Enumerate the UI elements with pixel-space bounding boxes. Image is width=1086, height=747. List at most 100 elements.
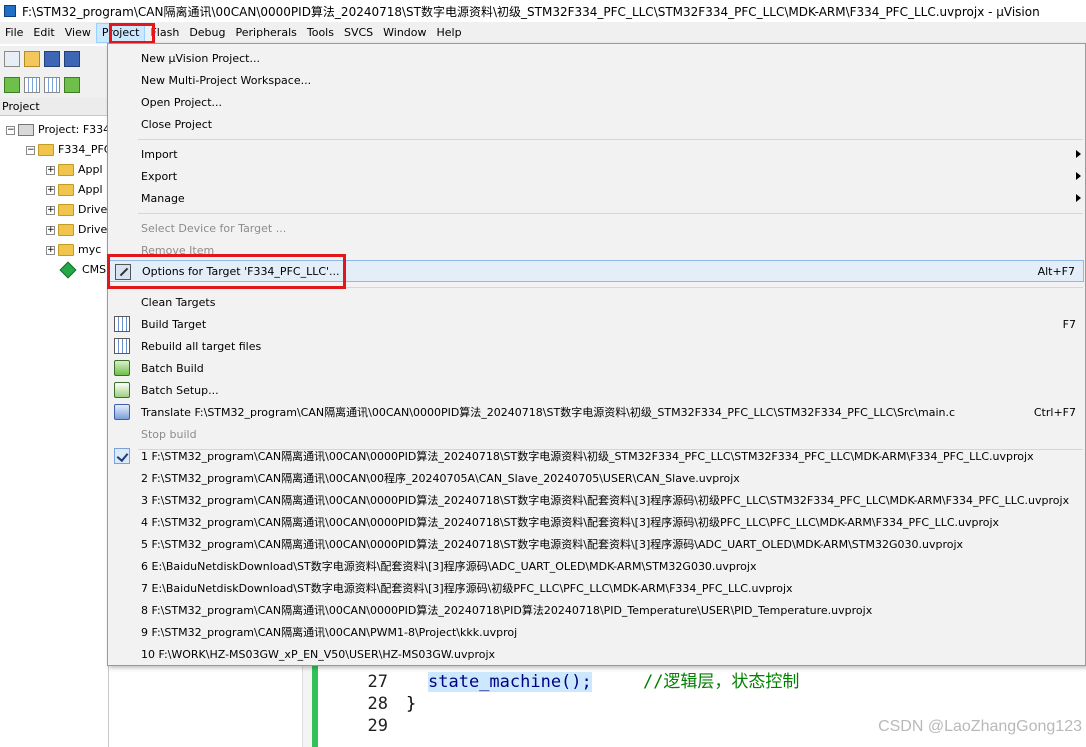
recent-project-item[interactable]: 9 F:\STM32_program\CAN隔离通讯\00CAN\PWM1-8\… xyxy=(109,621,1084,643)
expand-icon[interactable]: + xyxy=(46,205,55,215)
menu-item-build-target[interactable]: Build Target F7 xyxy=(109,313,1084,335)
rebuild-icon xyxy=(114,338,130,354)
menu-item-label: Build Target xyxy=(141,317,207,331)
menu-item-export[interactable]: Export xyxy=(109,165,1084,187)
menu-help[interactable]: Help xyxy=(432,23,467,43)
menu-bar: File Edit View Project Flash Debug Perip… xyxy=(0,22,1086,44)
menu-item-options-for-target[interactable]: Options for Target 'F334_PFC_LLC'... Alt+… xyxy=(109,260,1084,282)
menu-flash[interactable]: Flash xyxy=(145,23,184,43)
menu-item-translate[interactable]: Translate F:\STM32_program\CAN隔离通讯\00CAN… xyxy=(109,401,1084,423)
expand-icon[interactable]: + xyxy=(46,225,55,235)
menu-project[interactable]: Project xyxy=(95,23,146,43)
menu-item-shortcut: F7 xyxy=(1062,317,1076,331)
save-icon[interactable] xyxy=(44,51,60,67)
recent-project-item[interactable]: 8 F:\STM32_program\CAN隔离通讯\00CAN\0000PID… xyxy=(109,599,1084,621)
menu-item-label: Select Device for Target ... xyxy=(141,221,287,235)
recent-project-item[interactable]: 6 E:\BaiduNetdiskDownload\ST数字电源资料\配套资料\… xyxy=(109,555,1084,577)
menu-item-close-project[interactable]: Close Project xyxy=(109,113,1084,135)
tree-item-label: Drive xyxy=(78,203,108,216)
menu-item-batch-setup[interactable]: Batch Setup... xyxy=(109,379,1084,401)
menu-item-import[interactable]: Import xyxy=(109,143,1084,165)
tree-item-group[interactable]: + myc xyxy=(46,241,101,259)
translate-icon xyxy=(114,404,130,420)
folder-icon xyxy=(58,184,74,196)
menu-item-label: Import xyxy=(141,147,178,161)
recent-project-item[interactable]: 10 F:\WORK\HZ-MS03GW_xP_EN_V50\USER\HZ-M… xyxy=(109,643,1084,665)
menu-item-label: 4 F:\STM32_program\CAN隔离通讯\00CAN\0000PID… xyxy=(141,516,1000,529)
recent-project-item[interactable]: 5 F:\STM32_program\CAN隔离通讯\00CAN\0000PID… xyxy=(109,533,1084,555)
expand-icon[interactable]: + xyxy=(46,245,55,255)
menu-item-label: 7 E:\BaiduNetdiskDownload\ST数字电源资料\配套资料\… xyxy=(141,582,793,595)
batch-build-icon[interactable] xyxy=(64,77,80,93)
recent-project-item[interactable]: 3 F:\STM32_program\CAN隔离通讯\00CAN\0000PID… xyxy=(109,489,1084,511)
tree-item-group[interactable]: + Drive xyxy=(46,221,107,239)
tree-item-label: Project: F334 xyxy=(38,123,111,136)
tree-item-cmsis[interactable]: CMS xyxy=(59,261,106,279)
batch-setup-icon xyxy=(114,382,130,398)
menu-item-clean-targets[interactable]: Clean Targets xyxy=(109,291,1084,313)
menu-item-manage[interactable]: Manage xyxy=(109,187,1084,209)
menu-item-shortcut: Alt+F7 xyxy=(1037,264,1075,278)
build-icon[interactable] xyxy=(24,77,40,93)
menu-tools[interactable]: Tools xyxy=(302,23,339,43)
menu-item-label: Options for Target 'F334_PFC_LLC'... xyxy=(142,264,340,278)
save-all-icon[interactable] xyxy=(64,51,80,67)
tree-item-group[interactable]: + Appl xyxy=(46,161,103,179)
new-file-icon[interactable] xyxy=(4,51,20,67)
code-line[interactable]: } xyxy=(406,694,416,715)
menu-item-label: Remove Item xyxy=(141,243,215,257)
checkmark-icon xyxy=(114,448,130,464)
menu-item-label: Stop build xyxy=(141,427,197,441)
menu-item-label: Batch Build xyxy=(141,361,204,375)
recent-project-item[interactable]: 2 F:\STM32_program\CAN隔离通讯\00CAN\00程序_20… xyxy=(109,467,1084,489)
folder-icon xyxy=(58,224,74,236)
expand-icon[interactable]: + xyxy=(46,165,55,175)
menu-item-select-device: Select Device for Target ... xyxy=(109,217,1084,239)
folder-icon xyxy=(58,164,74,176)
open-folder-icon[interactable] xyxy=(24,51,40,67)
recent-project-item[interactable]: 4 F:\STM32_program\CAN隔离通讯\00CAN\0000PID… xyxy=(109,511,1084,533)
expand-icon[interactable]: + xyxy=(46,185,55,195)
project-panel-header: Project xyxy=(0,98,108,116)
menu-file[interactable]: File xyxy=(0,23,28,43)
tree-item-group[interactable]: + Drive xyxy=(46,201,107,219)
tree-item-group[interactable]: + Appl xyxy=(46,181,103,199)
tree-item-project[interactable]: − Project: F334 xyxy=(6,121,110,139)
menu-separator xyxy=(138,213,1083,214)
menu-svcs[interactable]: SVCS xyxy=(339,23,378,43)
menu-item-label: Batch Setup... xyxy=(141,383,219,397)
menu-view[interactable]: View xyxy=(60,23,96,43)
collapse-icon[interactable]: − xyxy=(26,145,35,155)
tree-item-label: F334_PFC xyxy=(58,143,112,156)
menu-item-label: 10 F:\WORK\HZ-MS03GW_xP_EN_V50\USER\HZ-M… xyxy=(141,647,496,661)
window-title: F:\STM32_program\CAN隔离通讯\00CAN\0000PID算法… xyxy=(22,4,1040,19)
menu-debug[interactable]: Debug xyxy=(184,23,230,43)
project-panel: Project − Project: F334 − F334_PFC + App… xyxy=(0,98,111,747)
menu-item-label: Export xyxy=(141,169,178,183)
file-toolbar xyxy=(0,46,112,72)
menu-peripherals[interactable]: Peripherals xyxy=(231,23,302,43)
menu-item-new-project[interactable]: New µVision Project... xyxy=(109,47,1084,69)
menu-item-label: Translate F:\STM32_program\CAN隔离通讯\00CAN… xyxy=(141,406,956,419)
menu-item-label: Manage xyxy=(141,191,185,205)
tree-item-target[interactable]: − F334_PFC xyxy=(26,141,111,159)
menu-item-batch-build[interactable]: Batch Build xyxy=(109,357,1084,379)
title-bar: F:\STM32_program\CAN隔离通讯\00CAN\0000PID算法… xyxy=(0,0,1086,22)
menu-item-label: Clean Targets xyxy=(141,295,216,309)
menu-edit[interactable]: Edit xyxy=(28,23,59,43)
recent-project-item[interactable]: 7 E:\BaiduNetdiskDownload\ST数字电源资料\配套资料\… xyxy=(109,577,1084,599)
code-comment: //逻辑层，状态控制 xyxy=(642,672,800,692)
translate-icon[interactable] xyxy=(4,77,20,93)
tree-item-label: Drive xyxy=(78,223,108,236)
code-line[interactable]: state_machine(); //逻辑层，状态控制 xyxy=(428,672,799,693)
menu-item-open-project[interactable]: Open Project... xyxy=(109,91,1084,113)
batch-build-icon xyxy=(114,360,130,376)
menu-item-label: Open Project... xyxy=(141,95,223,109)
folder-icon xyxy=(58,244,74,256)
collapse-icon[interactable]: − xyxy=(6,125,15,135)
menu-item-new-workspace[interactable]: New Multi-Project Workspace... xyxy=(109,69,1084,91)
menu-window[interactable]: Window xyxy=(378,23,431,43)
recent-project-item[interactable]: 1 F:\STM32_program\CAN隔离通讯\00CAN\0000PID… xyxy=(109,445,1084,467)
menu-item-rebuild-all[interactable]: Rebuild all target files xyxy=(109,335,1084,357)
rebuild-icon[interactable] xyxy=(44,77,60,93)
